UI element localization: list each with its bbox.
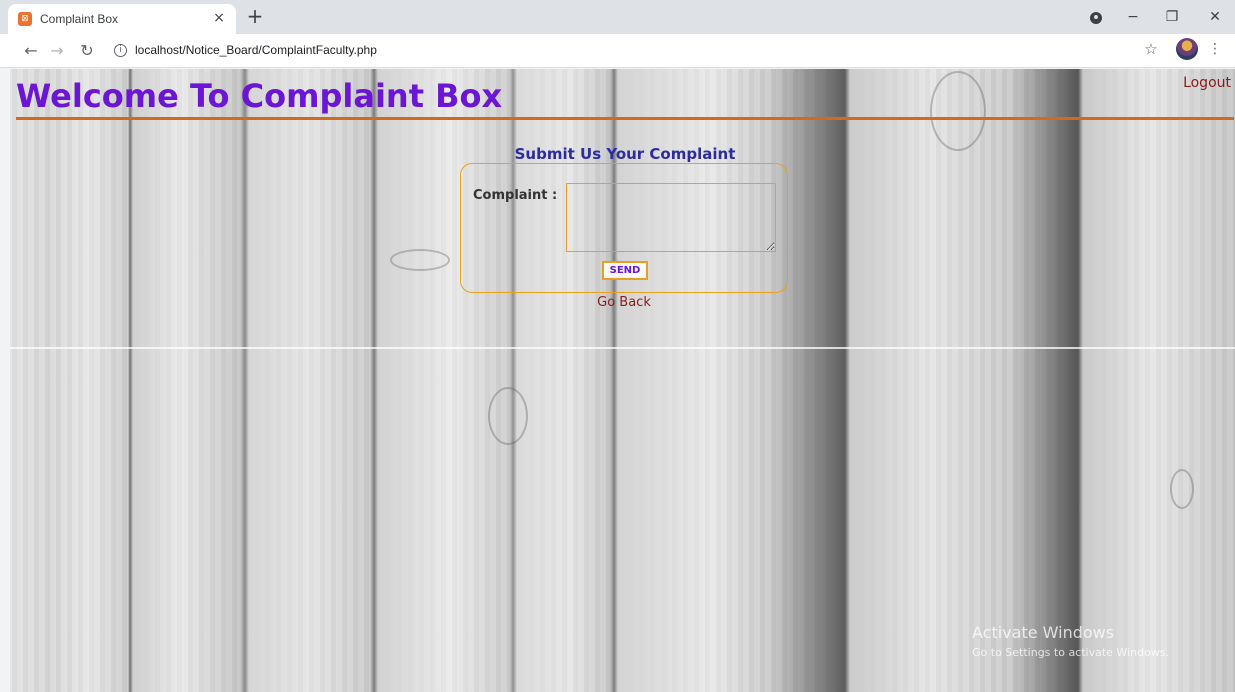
maximize-icon[interactable]: ❐ (1157, 4, 1187, 30)
browser-toolbar: ← → ↻ i localhost/Notice_Board/Complaint… (0, 34, 1235, 68)
xampp-favicon-icon: ⊠ (18, 12, 32, 26)
page-viewport: Welcome To Complaint Box Logout Submit U… (10, 69, 1235, 692)
arrow-right-icon[interactable]: → (46, 40, 68, 62)
complaint-textarea[interactable] (566, 183, 776, 252)
browser-tab[interactable]: ⊠ Complaint Box × (8, 4, 236, 34)
tab-bar: ⊠ Complaint Box × + − ❐ ✕ (0, 0, 1235, 34)
activate-windows-title: Activate Windows (972, 623, 1115, 642)
page-title: Welcome To Complaint Box (16, 77, 503, 115)
star-icon[interactable]: ☆ (1142, 40, 1160, 58)
tab-close-icon[interactable]: × (210, 9, 228, 27)
wood-knot (390, 249, 450, 271)
info-icon[interactable]: i (114, 44, 127, 57)
send-button[interactable]: SEND (602, 261, 648, 280)
minimize-icon[interactable]: − (1118, 4, 1148, 30)
new-tab-button[interactable]: + (244, 6, 266, 28)
wood-knot (488, 387, 528, 445)
complaint-form: Complaint : SEND (460, 163, 788, 293)
wood-knot (930, 71, 986, 151)
url-text[interactable]: localhost/Notice_Board/ComplaintFaculty.… (135, 43, 377, 57)
complaint-label: Complaint : (473, 188, 558, 203)
activate-windows-subtitle: Go to Settings to activate Windows. (972, 646, 1170, 659)
reload-icon[interactable]: ↻ (76, 40, 98, 62)
header-divider (16, 117, 1234, 120)
wood-knot (1170, 469, 1194, 509)
wood-background-seam (10, 347, 1235, 349)
record-icon[interactable] (1090, 12, 1102, 24)
go-back-link[interactable]: Go Back (460, 295, 788, 310)
tab-title: Complaint Box (40, 12, 119, 26)
arrow-left-icon[interactable]: ← (20, 40, 42, 62)
close-icon[interactable]: ✕ (1200, 4, 1230, 30)
address-bar[interactable]: i localhost/Notice_Board/ComplaintFacult… (104, 38, 1134, 64)
logout-link[interactable]: Logout (1183, 75, 1231, 91)
profile-avatar-icon[interactable] (1176, 38, 1198, 60)
form-heading: Submit Us Your Complaint (514, 145, 736, 163)
kebab-menu-icon[interactable]: ⋮ (1208, 40, 1222, 58)
